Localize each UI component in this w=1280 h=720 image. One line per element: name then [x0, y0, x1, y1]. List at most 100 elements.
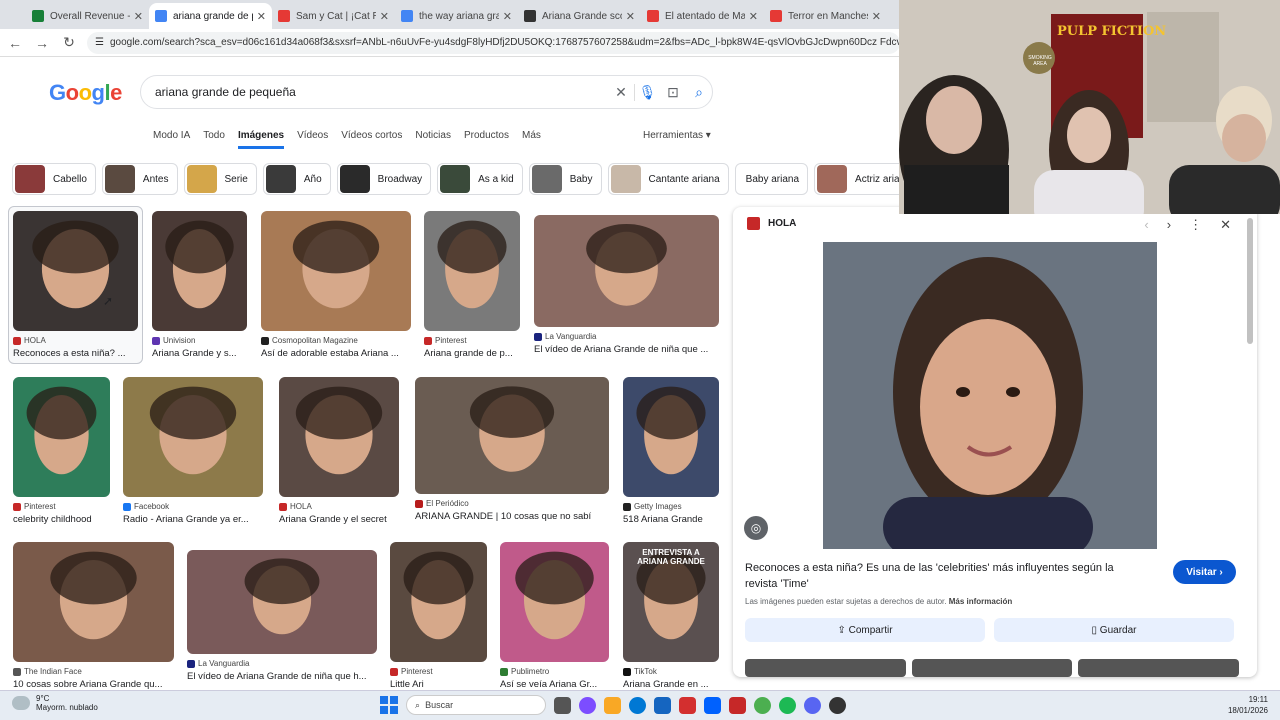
result-source[interactable]: La Vanguardia — [187, 659, 377, 668]
image-result[interactable]: La Vanguardia El vídeo de Ariana Grande d… — [534, 215, 719, 355]
tab-vídeos-cortos[interactable]: Vídeos cortos — [341, 129, 402, 149]
chip-antes[interactable]: Antes — [101, 163, 178, 195]
image-result[interactable]: HOLA Reconoces a esta niña? ... — [8, 206, 143, 364]
result-caption[interactable]: Ariana Grande y el secret — [279, 514, 399, 525]
result-thumbnail[interactable] — [152, 211, 247, 331]
chip-actriz-ariana[interactable]: Actriz ariana — [814, 163, 900, 195]
result-caption[interactable]: Ariana Grande y s... — [152, 348, 247, 359]
result-source[interactable]: HOLA — [13, 336, 138, 345]
image-result[interactable]: Getty Images 518 Ariana Grande — [623, 377, 719, 525]
google-logo[interactable]: Google — [49, 80, 122, 106]
image-result[interactable]: Facebook Radio - Ariana Grande ya er... — [123, 377, 263, 525]
lens-search-icon[interactable]: ◎ — [744, 516, 768, 540]
result-source[interactable]: HOLA — [279, 502, 399, 511]
result-source[interactable]: Publimetro — [500, 667, 609, 676]
result-caption[interactable]: El vídeo de Ariana Grande de niña que ..… — [534, 344, 719, 355]
image-result[interactable]: Pinterest Little Ari — [390, 542, 487, 690]
lens-icon[interactable]: ⊡ — [660, 84, 686, 101]
image-result[interactable]: The Indian Face 10 cosas sobre Ariana Gra… — [13, 542, 174, 690]
dropbox-icon[interactable] — [704, 696, 721, 714]
chip-año[interactable]: Año — [262, 163, 331, 195]
result-source[interactable]: Univision — [152, 336, 247, 345]
result-caption[interactable]: celebrity childhood — [13, 514, 110, 525]
tab-imágenes[interactable]: Imágenes — [237, 129, 285, 149]
tab-todo[interactable]: Todo — [203, 129, 225, 149]
result-source[interactable]: Pinterest — [390, 667, 487, 676]
chrome-icon[interactable] — [754, 696, 771, 714]
site-info-icon[interactable]: ☰ — [95, 37, 104, 48]
result-source[interactable]: TikTok — [623, 667, 719, 676]
save-button[interactable]: ▯ Guardar — [994, 618, 1234, 642]
back-icon[interactable]: ← — [3, 35, 27, 51]
result-caption[interactable]: Ariana Grande en ... — [623, 679, 719, 690]
tab-más[interactable]: Más — [522, 129, 541, 149]
obs-icon[interactable] — [829, 696, 846, 714]
visit-button[interactable]: Visitar › — [1173, 560, 1236, 584]
tab-noticias[interactable]: Noticias — [415, 129, 451, 149]
tools-button[interactable]: Herramientas ▾ — [643, 130, 711, 141]
taskbar-search[interactable]: ⌕ Buscar — [406, 695, 546, 715]
close-tab-icon[interactable]: ✕ — [503, 10, 512, 23]
result-thumbnail[interactable] — [500, 542, 609, 662]
browser-tab[interactable]: Overall Revenue - Ki ✕ — [26, 3, 149, 29]
chip-baby[interactable]: Baby — [528, 163, 602, 195]
result-thumbnail[interactable] — [13, 211, 138, 331]
clear-icon[interactable]: ✕ — [608, 84, 634, 101]
result-thumbnail[interactable] — [390, 542, 487, 662]
reload-icon[interactable]: ↻ — [57, 34, 81, 51]
close-tab-icon[interactable]: ✕ — [626, 10, 635, 23]
close-tab-icon[interactable]: ✕ — [380, 10, 389, 23]
close-tab-icon[interactable]: ✕ — [872, 10, 881, 23]
result-caption[interactable]: Así se veía Ariana Gr... — [500, 679, 609, 690]
system-clock[interactable]: 19:11 18/01/2026 — [1228, 694, 1268, 716]
result-thumbnail[interactable] — [534, 215, 719, 327]
chip-as-a-kid[interactable]: As a kid — [437, 163, 523, 195]
url-field[interactable]: ☰ google.com/search?sca_esv=d06c161d34a0… — [87, 31, 900, 54]
result-source[interactable]: The Indian Face — [13, 667, 174, 676]
browser-tab[interactable]: ariana grande de pe ✕ — [149, 3, 272, 29]
image-result[interactable]: Publimetro Así se veía Ariana Gr... — [500, 542, 609, 690]
result-caption[interactable]: 10 cosas sobre Ariana Grande qu... — [13, 679, 174, 690]
result-thumbnail[interactable]: ENTREVISTA A ARIANA GRANDE — [623, 542, 719, 662]
panel-source[interactable]: HOLA — [747, 217, 796, 230]
chip-cantante-ariana[interactable]: Cantante ariana — [607, 163, 729, 195]
pdf-icon[interactable] — [679, 696, 696, 714]
browser-tab[interactable]: the way ariana grand ✕ — [395, 3, 518, 29]
image-result[interactable]: HOLA Ariana Grande y el secret — [279, 377, 399, 525]
related-thumb[interactable] — [745, 659, 906, 677]
image-result[interactable]: Univision Ariana Grande y s... — [152, 211, 247, 359]
file-explorer-icon[interactable] — [604, 696, 621, 714]
more-icon[interactable]: ⋮ — [1189, 217, 1202, 233]
result-source[interactable]: Pinterest — [13, 502, 110, 511]
panel-title[interactable]: Reconoces a esta niña? Es una de las 'ce… — [745, 560, 1145, 592]
result-thumbnail[interactable] — [13, 377, 110, 497]
result-caption[interactable]: ARIANA GRANDE | 10 cosas que no sabí — [415, 511, 609, 522]
result-caption[interactable]: Little Ari — [390, 679, 487, 690]
browser-tab[interactable]: Terror en Mancheste ✕ — [764, 3, 887, 29]
image-result[interactable]: Pinterest celebrity childhood — [13, 377, 110, 525]
tab-modo-ia[interactable]: Modo IA — [153, 129, 190, 149]
result-caption[interactable]: Radio - Ariana Grande ya er... — [123, 514, 263, 525]
image-result[interactable]: La Vanguardia El vídeo de Ariana Grande d… — [187, 550, 377, 682]
weather-widget[interactable]: 9°C Mayorm. nublado — [12, 694, 98, 712]
browser-tab[interactable]: Sam y Cat | ¡Cat Rock ✕ — [272, 3, 395, 29]
image-result[interactable]: Cosmopolitan Magazine Así de adorable est… — [261, 211, 411, 359]
store-icon[interactable] — [654, 696, 671, 714]
search-icon[interactable]: ⌕ — [686, 84, 712, 101]
task-view-icon[interactable] — [554, 696, 571, 714]
share-button[interactable]: ⇪ Compartir — [745, 618, 985, 642]
related-thumb[interactable] — [911, 659, 1073, 677]
close-tab-icon[interactable]: ✕ — [134, 10, 143, 23]
result-source[interactable]: La Vanguardia — [534, 332, 719, 341]
result-source[interactable]: Pinterest — [424, 336, 520, 345]
chip-cabello[interactable]: Cabello — [12, 163, 96, 195]
result-caption[interactable]: Reconoces a esta niña? ... — [13, 348, 138, 359]
more-info-link[interactable]: Más información — [949, 597, 1013, 606]
result-thumbnail[interactable] — [187, 550, 377, 654]
chip-serie[interactable]: Serie — [183, 163, 257, 195]
spotify-icon[interactable] — [779, 696, 796, 714]
copilot-icon[interactable] — [579, 696, 596, 714]
result-thumbnail[interactable] — [123, 377, 263, 497]
result-thumbnail[interactable] — [415, 377, 609, 494]
browser-tab[interactable]: El atentado de Manc ✕ — [641, 3, 764, 29]
